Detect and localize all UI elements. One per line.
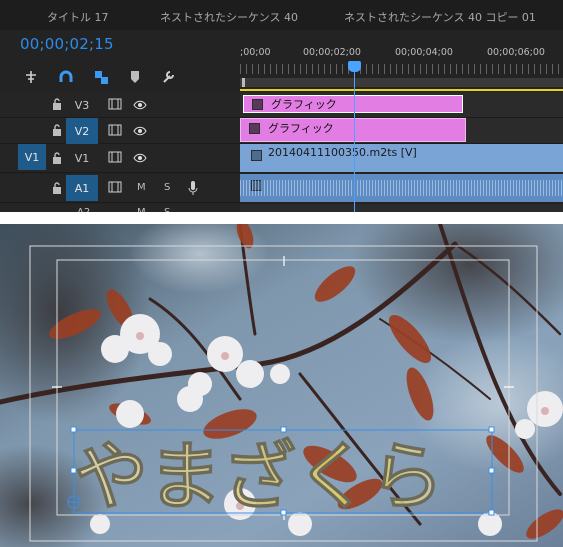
track-lane-v2[interactable]: グラフィック	[240, 118, 563, 144]
mute-button[interactable]: M	[137, 207, 146, 212]
toggle-output-icon[interactable]	[108, 98, 122, 110]
track-lane-a2[interactable]	[240, 204, 563, 212]
solo-button[interactable]: S	[164, 182, 170, 193]
playhead-timecode[interactable]: 00;00;02;15	[20, 35, 114, 53]
linked-selection-icon[interactable]	[93, 69, 109, 85]
ruler-label: ;00;00	[240, 47, 271, 58]
time-ruler[interactable]: ;00;00 00;00;02;00 00;00;04;00 00;00;06;…	[240, 44, 563, 90]
marker-icon[interactable]	[127, 69, 143, 85]
toggle-output-icon[interactable]	[108, 151, 122, 163]
microphone-icon[interactable]	[188, 180, 198, 196]
magnet-icon[interactable]	[58, 69, 74, 85]
lock-icon[interactable]	[52, 181, 62, 195]
mute-button[interactable]: M	[137, 182, 146, 193]
playhead-line[interactable]	[354, 61, 355, 212]
track-header-a1: A1 M S	[0, 174, 240, 203]
work-area-indicator	[240, 89, 563, 91]
lock-icon[interactable]	[52, 123, 62, 137]
fx-badge-icon	[249, 123, 260, 134]
track-label-v3[interactable]: V3	[66, 92, 98, 118]
track-label-a2[interactable]: A2	[77, 207, 90, 212]
track-header-v3: V3	[0, 92, 240, 118]
anchor-point-icon[interactable]	[67, 495, 81, 509]
work-area-bar[interactable]	[240, 78, 563, 87]
source-patch-v1[interactable]: V1	[18, 144, 46, 170]
audio-clip-a1[interactable]	[240, 174, 563, 202]
eye-icon[interactable]	[133, 126, 147, 136]
timeline-panel: タイトル 17 ネストされたシーケンス 40 ネストされたシーケンス 40 コピ…	[0, 0, 563, 212]
graphic-clip-v3[interactable]: グラフィック	[243, 95, 463, 113]
clip-name: グラフィック	[271, 98, 337, 111]
video-clip-v1[interactable]: 20140411100350.m2ts [V]	[240, 144, 563, 172]
sequence-tabs: タイトル 17 ネストされたシーケンス 40 ネストされたシーケンス 40 コピ…	[0, 0, 563, 30]
eye-icon[interactable]	[133, 100, 147, 110]
track-label-v1[interactable]: V1	[66, 145, 98, 171]
eye-icon[interactable]	[133, 153, 147, 163]
fx-badge-icon	[252, 99, 263, 110]
clip-name: 20140411100350.m2ts [V]	[268, 146, 417, 159]
track-lane-v3[interactable]: グラフィック	[240, 92, 563, 118]
clip-name: グラフィック	[268, 122, 334, 135]
program-monitor[interactable]: やまざくら	[0, 224, 563, 547]
solo-button[interactable]: S	[164, 207, 170, 212]
toggle-output-icon[interactable]	[108, 124, 122, 136]
wrench-icon[interactable]	[160, 69, 176, 85]
audio-waveform	[240, 180, 563, 196]
ruler-ticks	[240, 64, 563, 74]
track-header-v2: V2	[0, 118, 240, 144]
snap-icon[interactable]	[23, 69, 39, 85]
track-header-a2: A2 M S	[0, 204, 240, 212]
fx-badge-icon	[251, 150, 262, 161]
tab-title-17[interactable]: タイトル 17	[47, 9, 109, 25]
graphic-clip-v2[interactable]: グラフィック	[240, 118, 466, 142]
graphic-title-text[interactable]: やまざくら	[74, 434, 445, 521]
lock-icon[interactable]	[52, 151, 62, 165]
work-area-start-handle[interactable]	[242, 78, 245, 87]
program-monitor-frame: やまざくら	[0, 224, 563, 547]
ruler-label: 00;00;04;00	[395, 47, 453, 58]
ruler-label: 00;00;02;00	[303, 47, 361, 58]
ruler-label: 00;00;06;00	[487, 47, 545, 58]
toggle-output-icon[interactable]	[108, 181, 122, 193]
track-label-a1[interactable]: A1	[66, 175, 98, 201]
tab-nested-sequence-40[interactable]: ネストされたシーケンス 40	[160, 9, 298, 25]
tab-nested-sequence-40-copy[interactable]: ネストされたシーケンス 40 コピー 01	[344, 9, 536, 25]
track-header-v1: V1 V1	[0, 144, 240, 173]
track-label-v2[interactable]: V2	[66, 118, 98, 144]
lock-icon[interactable]	[52, 97, 62, 111]
